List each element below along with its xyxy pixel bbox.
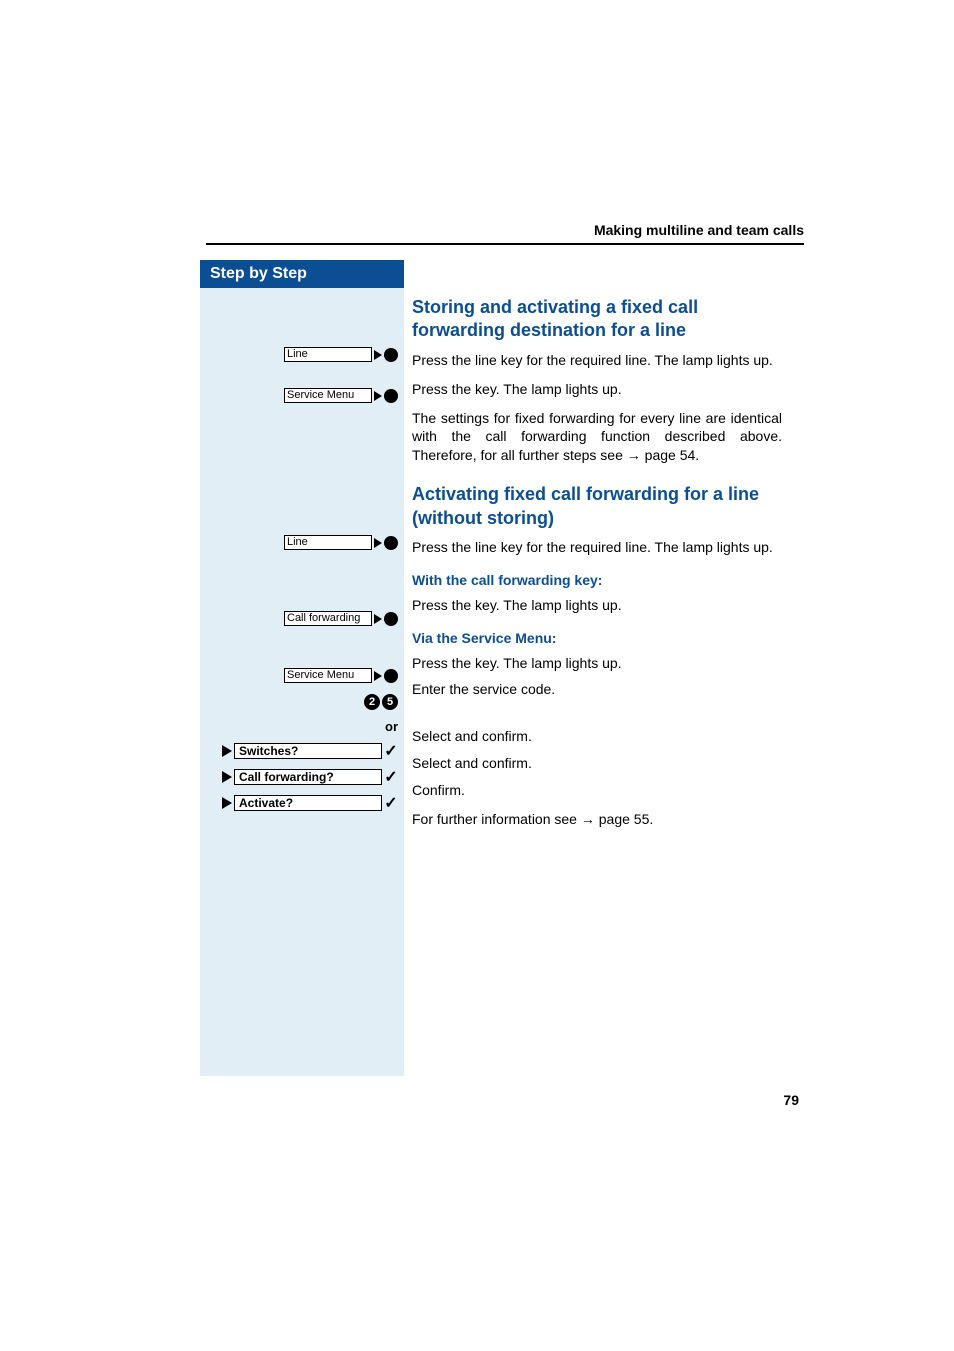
instruction-text: For further information see → page 55. [412,810,782,829]
menu-row-call-forwarding: Call forwarding? ✓ [222,767,398,787]
text-fragment: The settings for fixed forwarding for ev… [412,410,782,464]
digit-key-icon: 2 [364,694,380,710]
menu-label-switches: Switches? [234,743,382,759]
lamp-icon [384,536,398,550]
service-code-digits: 2 5 [364,694,398,710]
arrow-icon: → [581,811,599,827]
instruction-text: Press the key. The lamp lights up. [412,596,782,615]
key-row-service-menu-1: Service Menu [284,388,398,403]
instruction-text: Press the line key for the required line… [412,351,782,370]
running-header: Making multiline and team calls [206,222,804,238]
confirm-check-icon: ✓ [384,741,398,761]
lamp-icon [384,389,398,403]
instruction-text: Select and confirm. [412,754,782,773]
menu-arrow-icon [222,797,232,809]
digit-key-icon: 5 [382,694,398,710]
lamp-icon [384,612,398,626]
key-label-service-menu: Service Menu [284,668,372,683]
or-label: or [385,718,398,736]
led-indicator-icon [374,391,382,401]
instruction-text: Press the line key for the required line… [412,538,782,557]
menu-arrow-icon [222,745,232,757]
menu-label-call-forwarding: Call forwarding? [234,769,382,785]
lamp-icon [384,669,398,683]
led-indicator-icon [374,538,382,548]
page-reference: page 54. [645,447,700,463]
arrow-icon: → [627,447,645,463]
header-rule [206,243,804,245]
menu-label-activate: Activate? [234,795,382,811]
key-label-line: Line [284,535,372,550]
page-number: 79 [783,1092,799,1108]
heading-storing-activating: Storing and activating a fixed call forw… [412,296,782,343]
led-indicator-icon [374,671,382,681]
instruction-text: Press the key. The lamp lights up. [412,380,782,399]
main-content: Storing and activating a fixed call forw… [412,296,782,839]
led-indicator-icon [374,350,382,360]
subheading-with-key: With the call forwarding key: [412,571,782,590]
heading-activating-without-storing: Activating fixed call forwarding for a l… [412,483,782,530]
instruction-text: The settings for fixed forwarding for ev… [412,409,782,466]
lamp-icon [384,348,398,362]
sidebar-title: Step by Step [200,260,404,288]
confirm-check-icon: ✓ [384,793,398,813]
instruction-text: Select and confirm. [412,727,782,746]
key-row-line-2: Line [284,535,398,550]
led-indicator-icon [374,614,382,624]
key-label-line: Line [284,347,372,362]
key-label-call-forwarding: Call forwarding [284,611,372,626]
key-label-service-menu: Service Menu [284,388,372,403]
key-row-line-1: Line [284,347,398,362]
menu-row-activate: Activate? ✓ [222,793,398,813]
menu-arrow-icon [222,771,232,783]
menu-row-switches: Switches? ✓ [222,741,398,761]
instruction-text: Press the key. The lamp lights up. [412,654,782,673]
instruction-text: Enter the service code. [412,680,782,699]
key-row-service-menu-2: Service Menu [284,668,398,683]
confirm-check-icon: ✓ [384,767,398,787]
subheading-via-service-menu: Via the Service Menu: [412,629,782,648]
step-by-step-sidebar: Step by Step Line Service Menu Line [200,260,404,1076]
text-fragment: For further information see [412,811,581,827]
key-row-call-forwarding: Call forwarding [284,611,398,626]
page-reference: page 55. [599,811,654,827]
instruction-text: Confirm. [412,781,782,800]
